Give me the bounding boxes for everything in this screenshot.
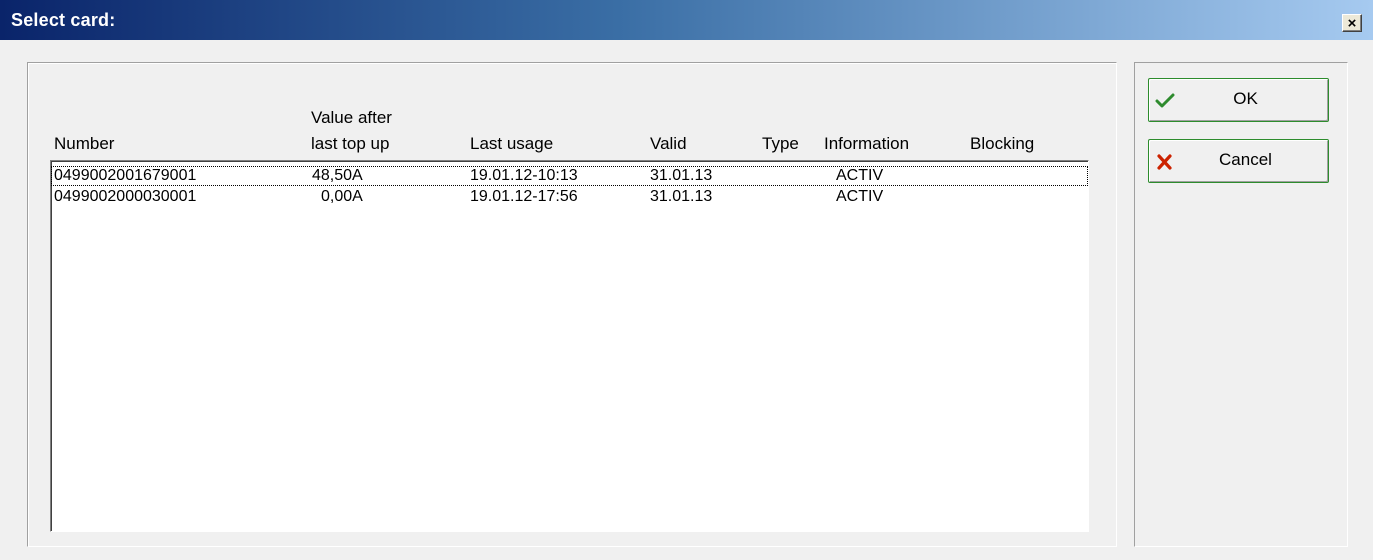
cancel-button[interactable]: Cancel [1148,139,1329,183]
card-list[interactable]: 0499002001679001 48,50A 19.01.12-10:13 3… [50,160,1089,532]
close-button[interactable]: × [1342,14,1362,32]
header-valid: Valid [650,134,687,153]
cell-valid: 31.01.13 [650,167,713,184]
table-row[interactable]: 0499002001679001 48,50A 19.01.12-10:13 3… [51,166,1088,186]
header-blocking: Blocking [970,134,1035,153]
close-icon: × [1347,14,1357,32]
cell-information: ACTIV [836,167,884,184]
cell-value: 0,00A [321,188,363,205]
cell-information: ACTIV [836,188,884,205]
cell-valid: 31.01.13 [650,188,713,205]
cell-number: 0499002000030001 [54,188,197,205]
header-last-usage: Last usage [470,134,554,153]
header-number: Number [54,134,115,153]
table-row[interactable]: 0499002000030001 0,00A 19.01.12-17:56 31… [51,187,1088,207]
cell-last-usage: 19.01.12-10:13 [470,167,578,184]
header-value-line2: last top up [311,134,390,153]
header-information: Information [824,134,910,153]
header-type: Type [762,134,799,153]
cancel-label: Cancel [1219,150,1272,169]
cell-number: 0499002001679001 [54,167,197,184]
ok-button[interactable]: OK [1148,78,1329,122]
button-panel [1134,62,1348,547]
title-bar: Select card: × [0,0,1373,40]
cell-last-usage: 19.01.12-17:56 [470,188,578,205]
cell-value: 48,50A [312,167,363,184]
window-title: Select card: [11,10,116,30]
header-value-line1: Value after [311,108,392,127]
ok-label: OK [1233,89,1258,108]
